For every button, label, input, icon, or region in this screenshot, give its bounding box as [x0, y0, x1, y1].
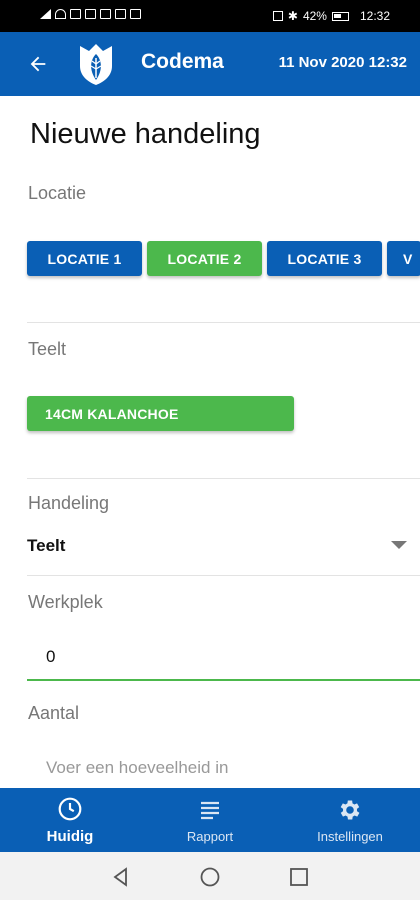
- nav-label-instellingen: Instellingen: [317, 828, 383, 844]
- system-navigation-bar: [0, 852, 420, 900]
- bluetooth-icon: ✱: [287, 9, 298, 23]
- arrow-left-icon: [30, 56, 46, 72]
- battery-icon: [331, 11, 349, 21]
- clock-icon: [57, 796, 83, 822]
- werkplek-input[interactable]: [27, 635, 420, 681]
- divider: [27, 322, 420, 323]
- back-button[interactable]: [22, 48, 54, 80]
- app-title: Codema: [141, 50, 224, 73]
- nav-item-rapport[interactable]: Rapport: [140, 788, 280, 852]
- teelt-chip-row: 14CM KALANCHOE: [27, 396, 294, 431]
- gear-icon: [337, 797, 363, 823]
- app-datetime: 11 Nov 2020 12:32: [278, 54, 407, 71]
- nav-label-rapport: Rapport: [186, 828, 234, 844]
- teelt-chip-kalanchoe[interactable]: 14CM KALANCHOE: [27, 396, 294, 431]
- locatie-chip-row: LOCATIE 1 LOCATIE 2 LOCATIE 3 V: [27, 241, 420, 276]
- nfc-icon: [272, 11, 283, 21]
- nav-label-huidig: Huidig: [46, 827, 94, 845]
- battery-percentage: 42%: [302, 9, 327, 23]
- list-icon: [197, 797, 223, 823]
- system-recents-icon[interactable]: [288, 866, 310, 888]
- locatie-chip-4[interactable]: V: [387, 241, 420, 276]
- status-icons-left: [40, 9, 141, 19]
- status-icons-right: ✱ 42% 12:32: [272, 9, 390, 23]
- play-icon: [100, 9, 111, 19]
- caret-down-icon: [391, 541, 407, 549]
- locatie-chip-3[interactable]: LOCATIE 3: [267, 241, 382, 276]
- page-title: Nieuwe handeling: [30, 118, 261, 150]
- divider: [27, 478, 420, 479]
- aantal-label: Aantal: [28, 703, 80, 723]
- bottom-navigation: Huidig Rapport Instellingen: [0, 788, 420, 852]
- locatie-label: Locatie: [28, 183, 87, 203]
- wifi-icon: [55, 9, 66, 19]
- handeling-dropdown[interactable]: Teelt: [27, 530, 415, 562]
- divider: [27, 575, 420, 576]
- notification-icon: [70, 9, 81, 19]
- image-icon: [115, 9, 126, 19]
- signal-icon: [40, 9, 51, 19]
- nav-item-instellingen[interactable]: Instellingen: [280, 788, 420, 852]
- locatie-chip-1[interactable]: LOCATIE 1: [27, 241, 142, 276]
- nav-item-huidig[interactable]: Huidig: [0, 788, 140, 852]
- handeling-label: Handeling: [28, 493, 110, 513]
- app-icon: [130, 9, 141, 19]
- locatie-chip-2[interactable]: LOCATIE 2: [147, 241, 262, 276]
- codema-logo-icon: [80, 44, 112, 85]
- status-bar: ✱ 42% 12:32: [0, 0, 420, 32]
- clock-time: 12:32: [359, 9, 390, 23]
- werkplek-label: Werkplek: [28, 592, 103, 612]
- app-bar: Codema 11 Nov 2020 12:32: [0, 32, 420, 96]
- system-home-icon[interactable]: [199, 866, 221, 888]
- mail-icon: [85, 9, 96, 19]
- system-back-icon[interactable]: [110, 866, 132, 888]
- aantal-input[interactable]: [27, 745, 420, 791]
- teelt-label: Teelt: [28, 339, 67, 359]
- handeling-selected-value: Teelt: [27, 536, 66, 555]
